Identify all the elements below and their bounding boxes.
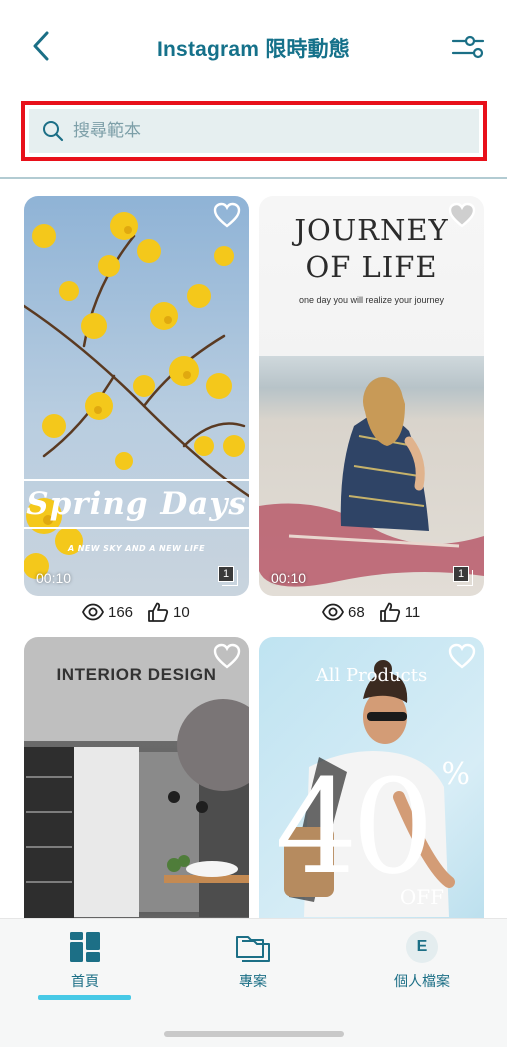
page-count-badge: 1 (215, 564, 239, 586)
template-preview: Spring Days A NEW SKY AND A NEW LIFE 00:… (24, 196, 249, 596)
search-highlight (21, 101, 487, 161)
template-preview: JOURNEY OF LIFE one day you will realize… (259, 196, 484, 596)
active-tab-indicator (38, 995, 131, 1000)
template-stats: 166 10 (82, 600, 190, 624)
header-divider (0, 177, 507, 179)
search-input[interactable] (73, 121, 453, 141)
view-count: 68 (348, 603, 365, 621)
off-label: OFF (399, 885, 444, 909)
home-indicator (164, 1031, 344, 1037)
nav-profile[interactable]: E 個人檔案 (367, 931, 477, 1001)
page-count-badge: 1 (450, 564, 474, 586)
page-title: Instagram 限時動態 (157, 38, 350, 61)
nav-profile-label: 個人檔案 (394, 974, 450, 990)
eye-icon (322, 603, 344, 621)
search-icon (43, 121, 64, 142)
top-bar: Instagram 限時動態 (0, 0, 507, 95)
folder-icon (236, 936, 270, 962)
template-image (24, 196, 249, 596)
grid-icon (70, 932, 100, 962)
duration-label: 00:10 (36, 570, 72, 586)
discount-number: 40 (275, 751, 434, 903)
template-card-spring-days[interactable]: Spring Days A NEW SKY AND A NEW LIFE 00:… (24, 196, 249, 596)
page-count: 1 (453, 566, 469, 582)
heart-icon[interactable] (213, 202, 241, 228)
filter-button[interactable] (448, 30, 488, 64)
heart-icon[interactable] (213, 643, 241, 669)
heart-icon[interactable] (448, 202, 476, 228)
search-bar[interactable] (29, 109, 479, 153)
nav-home-label: 首頁 (71, 974, 99, 990)
template-subtitle: one day you will realize your journey (298, 295, 445, 305)
like-count: 10 (173, 603, 190, 621)
flower-branch-image (24, 212, 249, 579)
duration-label: 00:10 (271, 570, 307, 586)
like-count: 11 (404, 603, 421, 621)
thumbs-up-icon[interactable] (379, 602, 401, 622)
page-count: 1 (218, 566, 234, 582)
template-subtitle: A NEW SKY AND A NEW LIFE (68, 544, 205, 553)
nav-home[interactable]: 首頁 (30, 931, 140, 1001)
avatar: E (406, 931, 438, 963)
template-title-line-2: OF LIFE (305, 250, 438, 284)
bottom-nav: 首頁 專案 E 個人檔案 (0, 918, 507, 1047)
heart-icon[interactable] (448, 643, 476, 669)
view-count: 166 (108, 603, 134, 621)
template-title: Spring Days (26, 486, 247, 522)
template-card-journey-of-life[interactable]: JOURNEY OF LIFE one day you will realize… (259, 196, 484, 596)
sliders-icon (451, 35, 485, 59)
percent-sign: % (441, 757, 470, 792)
eye-icon (82, 603, 104, 621)
nav-projects[interactable]: 專案 (198, 931, 308, 1001)
thumbs-up-icon[interactable] (147, 602, 169, 622)
nav-projects-label: 專案 (239, 974, 267, 990)
template-stats: 68 11 (322, 600, 420, 624)
